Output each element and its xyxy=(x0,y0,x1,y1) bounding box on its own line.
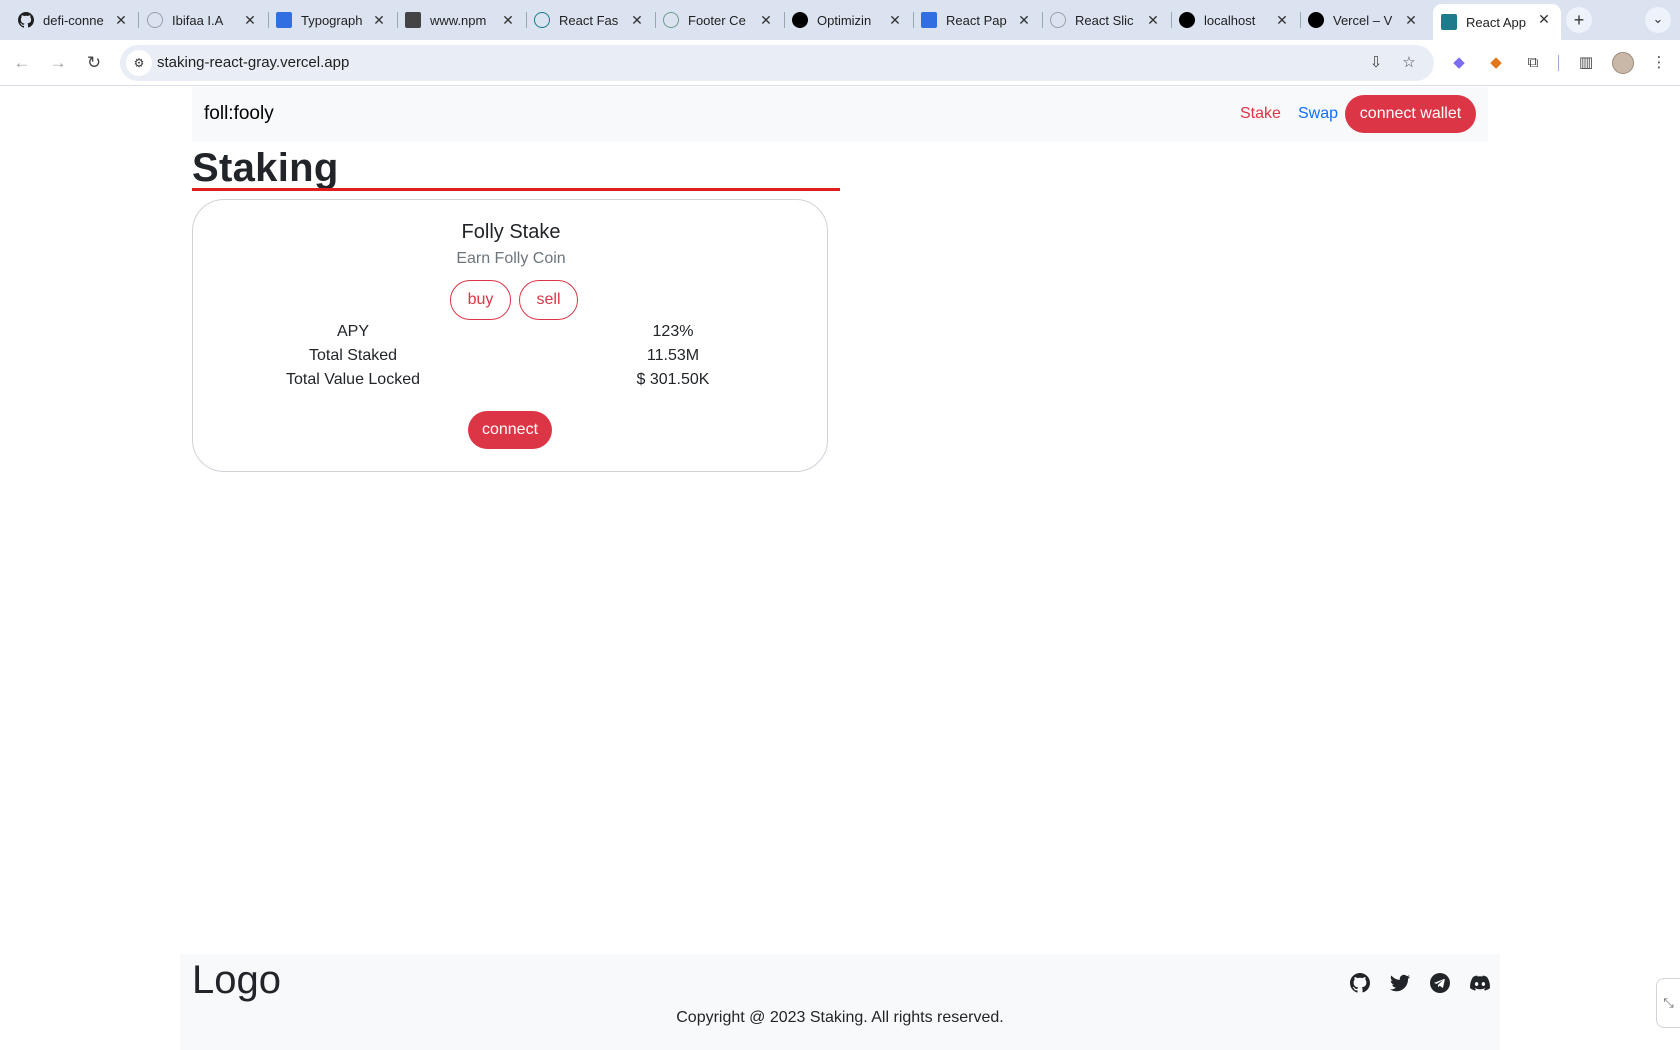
url-text: staking-react-gray.vercel.app xyxy=(157,54,350,71)
tab-title: defi-conne xyxy=(43,12,104,28)
tab-title: Optimizin xyxy=(817,12,872,28)
tab[interactable]: React Slic ✕ xyxy=(1042,5,1170,35)
page-title: Staking xyxy=(192,146,339,190)
tab-title: Ibifaa I.A xyxy=(172,12,224,28)
address-bar[interactable]: ⚙ staking-react-gray.vercel.app ⇩ ☆ xyxy=(120,45,1434,81)
footer-logo: Logo xyxy=(192,958,281,1002)
stat-label-apy: APY xyxy=(336,323,369,340)
close-tab-icon[interactable]: ✕ xyxy=(886,11,904,29)
browser-tab-strip: defi-conne ✕ Ibifaa I.A ✕ Typograph ✕ ww… xyxy=(0,0,1680,40)
toolbar-divider xyxy=(1558,55,1559,71)
tab-title: Typograph xyxy=(301,12,363,28)
close-tab-icon[interactable]: ✕ xyxy=(112,11,130,29)
tab[interactable]: React Pap ✕ xyxy=(913,5,1041,35)
tab-title: Vercel – V xyxy=(1333,12,1393,28)
tab-active[interactable]: React App ✕ xyxy=(1433,4,1561,40)
globe-icon xyxy=(1050,12,1066,28)
stake-card: Folly Stake Earn Folly Coin buy sell APY… xyxy=(192,199,828,472)
extension-icon[interactable]: ◆ xyxy=(1448,52,1470,74)
close-tab-icon[interactable]: ✕ xyxy=(1015,11,1033,29)
react-icon xyxy=(1441,14,1457,30)
chatgpt-icon xyxy=(663,12,679,28)
copyright-text: Copyright @ 2023 Staking. All rights res… xyxy=(676,1009,1004,1026)
stat-label-tvl: Total Value Locked xyxy=(285,371,420,388)
tab-title: React Pap xyxy=(946,12,1007,28)
tab[interactable]: Vercel – V ✕ xyxy=(1300,5,1428,35)
stat-label-total-staked: Total Staked xyxy=(308,347,398,364)
discord-icon[interactable] xyxy=(1470,973,1490,993)
brand[interactable]: foll:fooly xyxy=(204,103,274,125)
close-tab-icon[interactable]: ✕ xyxy=(628,11,646,29)
menu-dots-icon[interactable]: ⋮ xyxy=(1648,52,1670,74)
tab-title: React Fas xyxy=(559,12,619,28)
tab[interactable]: Footer Ce ✕ xyxy=(655,5,783,35)
browser-toolbar: ← → ↻ ⚙ staking-react-gray.vercel.app ⇩ … xyxy=(0,40,1680,86)
card-title: Folly Stake xyxy=(461,221,561,243)
globe-icon xyxy=(147,12,163,28)
react-icon xyxy=(534,12,550,28)
sell-button[interactable]: sell xyxy=(519,280,578,320)
vercel-icon xyxy=(1308,12,1324,28)
stat-value-tvl: $ 301.50K xyxy=(636,371,710,388)
close-tab-icon[interactable]: ✕ xyxy=(241,11,259,29)
side-panel-icon[interactable]: ▥ xyxy=(1575,52,1597,74)
close-tab-icon[interactable]: ✕ xyxy=(1273,11,1291,29)
back-icon[interactable]: ← xyxy=(10,51,34,75)
metamask-icon[interactable]: ◆ xyxy=(1485,52,1507,74)
tab[interactable]: Optimizin ✕ xyxy=(784,5,912,35)
close-tab-icon[interactable]: ✕ xyxy=(370,11,388,29)
nav-link-stake[interactable]: Stake xyxy=(1240,105,1281,123)
close-tab-icon[interactable]: ✕ xyxy=(1402,11,1420,29)
site-info-icon[interactable]: ⚙ xyxy=(126,50,152,76)
title-underline xyxy=(192,188,840,191)
close-tab-icon[interactable]: ✕ xyxy=(1144,11,1162,29)
page-content: foll:fooly Stake Swap connect wallet Sta… xyxy=(0,87,1680,1050)
nextjs-icon xyxy=(792,12,808,28)
npm-icon xyxy=(405,12,421,28)
tab-title: localhost xyxy=(1204,12,1256,28)
side-panel-handle[interactable]: ⤡ xyxy=(1656,978,1680,1028)
stat-value-total-staked: 11.53M xyxy=(646,347,700,364)
close-tab-icon[interactable]: ✕ xyxy=(757,11,775,29)
new-tab-button[interactable]: + xyxy=(1566,7,1592,33)
tab[interactable]: React Fas ✕ xyxy=(526,5,654,35)
mui-icon xyxy=(276,12,292,28)
tab-title: React Slic xyxy=(1075,12,1134,28)
forward-icon[interactable]: → xyxy=(46,51,70,75)
close-tab-icon[interactable]: ✕ xyxy=(499,11,517,29)
tab[interactable]: Ibifaa I.A ✕ xyxy=(139,5,267,35)
nav-link-swap[interactable]: Swap xyxy=(1298,105,1338,123)
telegram-icon[interactable] xyxy=(1430,973,1450,993)
tab[interactable]: www.npm ✕ xyxy=(397,5,525,35)
mui-icon xyxy=(921,12,937,28)
site-navbar: foll:fooly Stake Swap connect wallet xyxy=(192,87,1488,142)
connect-wallet-button[interactable]: connect wallet xyxy=(1345,95,1476,133)
tab[interactable]: Typograph ✕ xyxy=(268,5,396,35)
tab[interactable]: localhost ✕ xyxy=(1171,5,1299,35)
reload-icon[interactable]: ↻ xyxy=(82,51,106,75)
extensions-puzzle-icon[interactable]: ⧉ xyxy=(1522,52,1544,74)
twitter-icon[interactable] xyxy=(1390,973,1410,993)
install-app-icon[interactable]: ⇩ xyxy=(1366,53,1386,73)
tab-search-button[interactable]: ⌄ xyxy=(1645,7,1671,33)
github-icon[interactable] xyxy=(1350,973,1370,993)
site-footer: Logo Copyright @ 2023 Staking. All right… xyxy=(180,954,1500,1050)
close-tab-icon[interactable]: ✕ xyxy=(1535,10,1553,28)
connect-button[interactable]: connect xyxy=(468,411,552,449)
card-subtitle: Earn Folly Coin xyxy=(456,250,566,267)
tab[interactable]: defi-conne ✕ xyxy=(10,5,138,35)
bookmark-star-icon[interactable]: ☆ xyxy=(1399,53,1419,73)
vercel-icon xyxy=(1179,12,1195,28)
tab-title: React App xyxy=(1466,14,1526,30)
tab-title: www.npm xyxy=(430,12,487,28)
tab-title: Footer Ce xyxy=(688,12,746,28)
github-icon xyxy=(18,12,34,28)
buy-button[interactable]: buy xyxy=(450,280,511,320)
profile-avatar[interactable] xyxy=(1612,52,1634,74)
stat-value-apy: 123% xyxy=(652,323,694,340)
